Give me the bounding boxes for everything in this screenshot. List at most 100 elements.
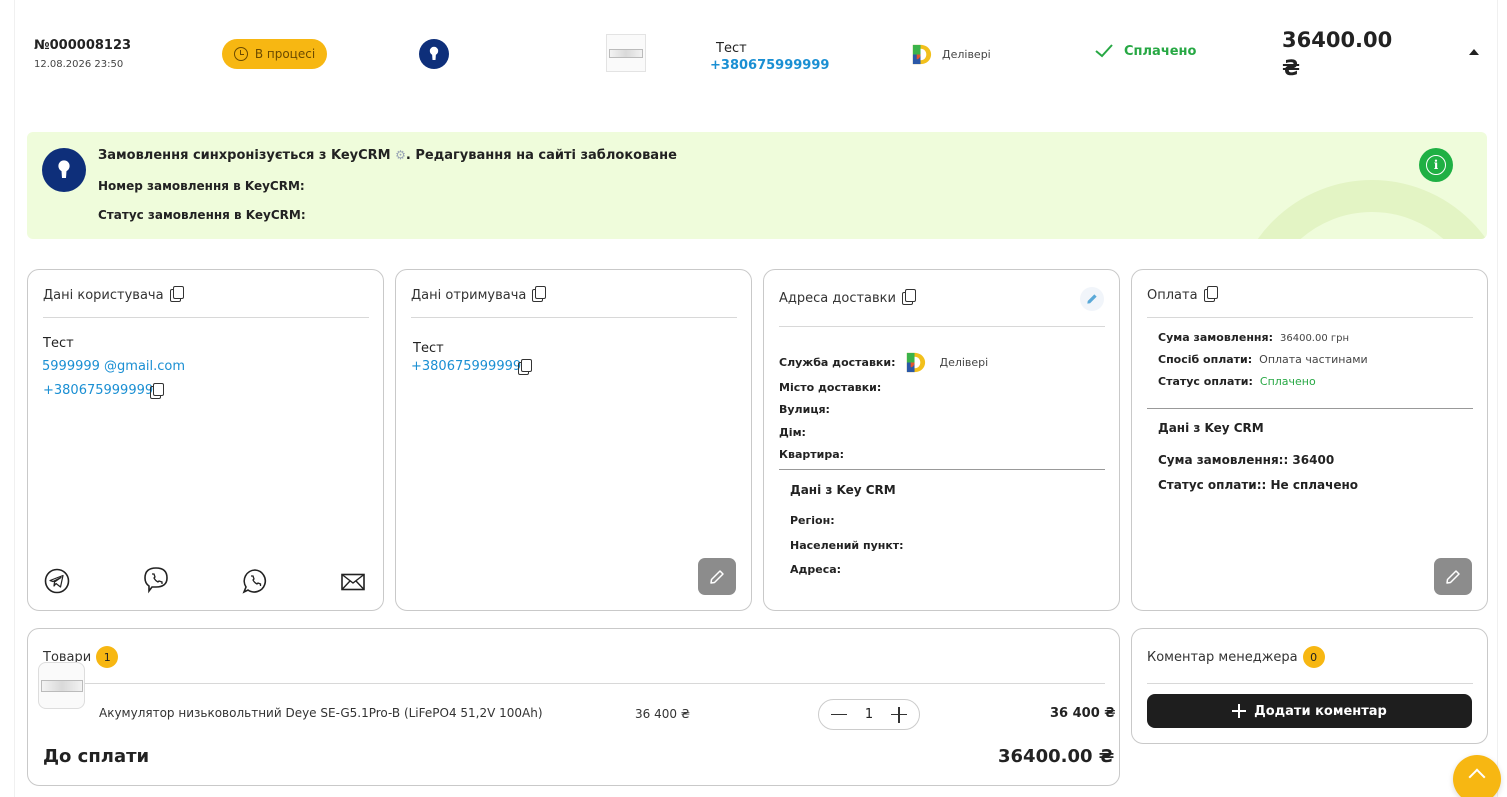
to-pay-label: До сплати — [43, 746, 150, 767]
recipient-phone[interactable]: +380675999999 — [411, 359, 521, 374]
copy-icon[interactable] — [901, 289, 916, 305]
order-number[interactable]: №000008123 — [34, 38, 131, 53]
payment-method-label: Спосіб оплати: — [1158, 353, 1253, 366]
delivery-street-label: Вулиця: — [779, 403, 830, 416]
divider — [411, 317, 737, 318]
manager-comment-card: Коментар менеджера 0 Додати коментар — [1131, 628, 1488, 744]
keycrm-order-status-label: Статус замовлення в KeyCRM: — [98, 208, 306, 222]
product-line-total: 36 400 ₴ — [1050, 706, 1116, 721]
pencil-icon — [710, 569, 724, 584]
payment-method-value: Оплата частинами — [1259, 353, 1368, 366]
payment-status: Сплачено — [1094, 43, 1196, 59]
customer-name: Тест — [716, 41, 747, 56]
customer-phone[interactable]: +380675999999 — [710, 58, 829, 73]
payment-card-title: Оплата — [1147, 288, 1198, 303]
delivery-logo-icon — [912, 44, 932, 65]
plus-icon[interactable] — [891, 706, 907, 723]
pencil-icon — [1087, 294, 1097, 304]
goods-card: Товари 1 Акумулятор низьковольтний Deye … — [27, 628, 1120, 786]
copy-icon[interactable] — [1203, 286, 1218, 302]
recipient-card-header: Дані отримувача — [411, 286, 547, 303]
delivery-apartment-label: Квартира: — [779, 448, 845, 461]
delivery-card-header: Адреса доставки — [779, 289, 916, 306]
collapse-caret-icon[interactable] — [1469, 49, 1479, 55]
payment-sum-value: 36400.00 грн — [1280, 333, 1350, 344]
quantity-value[interactable]: 1 — [865, 707, 873, 722]
scroll-top-button[interactable] — [1453, 755, 1501, 797]
user-data-card: Дані користувача Тест 5999999 @gmail.com… — [27, 269, 384, 611]
product-image[interactable] — [38, 662, 85, 709]
banner-decoration — [1232, 180, 1487, 239]
whatsapp-icon[interactable] — [242, 568, 268, 594]
delivery-address-label: Адреса: — [790, 563, 842, 576]
plus-icon — [1232, 704, 1247, 718]
copy-icon[interactable] — [169, 286, 184, 302]
payment-status-label: Статус оплати: — [1158, 375, 1253, 388]
quantity-stepper: 1 — [818, 699, 920, 730]
delivery-house-label: Дім: — [779, 426, 806, 439]
payment-crm-sum: Сума замовлення:: 36400 — [1158, 453, 1335, 467]
payment-status-row: Статус оплати: Сплачено — [1158, 375, 1316, 388]
edit-recipient-button[interactable] — [698, 558, 736, 595]
copy-icon[interactable] — [518, 359, 532, 375]
comment-count-badge: 0 — [1302, 646, 1325, 668]
payment-crm-status: Статус оплати:: Не сплачено — [1158, 478, 1359, 492]
divider — [1147, 408, 1473, 409]
payment-method-row: Спосіб оплати: Оплата частинами — [1158, 353, 1368, 366]
edit-payment-button[interactable] — [1434, 558, 1472, 595]
divider — [43, 683, 1105, 684]
user-name: Тест — [43, 336, 74, 351]
mail-icon[interactable] — [340, 569, 366, 595]
sync-banner-title: Замовлення синхронізується з KeyCRM ⚙. Р… — [98, 148, 677, 163]
product-thumbnail[interactable] — [606, 34, 646, 72]
keycrm-lock-icon — [419, 39, 449, 69]
delivery-logo-icon — [907, 352, 926, 373]
payment-card: Оплата Сума замовлення: 36400.00 грн Спос… — [1131, 269, 1488, 611]
keycrm-sync-banner: Замовлення синхронізується з KeyCRM ⚙. Р… — [27, 132, 1487, 239]
recipient-card-title: Дані отримувача — [411, 288, 527, 303]
user-card-title: Дані користувача — [43, 288, 164, 303]
copy-icon[interactable] — [150, 383, 164, 399]
payment-status-label: Сплачено — [1124, 43, 1197, 59]
user-card-header: Дані користувача — [43, 286, 184, 303]
edit-address-button[interactable] — [1080, 287, 1104, 311]
user-phone[interactable]: +380675999999 — [43, 383, 153, 398]
add-comment-label: Додати коментар — [1254, 703, 1387, 719]
order-total: 36400.00 ₴ — [1282, 28, 1393, 80]
gear-icon: ⚙ — [395, 148, 406, 162]
clock-icon — [233, 47, 248, 61]
divider — [1147, 317, 1473, 318]
recipient-name: Тест — [413, 341, 444, 356]
delivery-city-label: Місто доставки: — [779, 381, 882, 394]
user-email[interactable]: 5999999 @gmail.com — [42, 359, 185, 374]
viber-icon[interactable] — [143, 567, 169, 594]
delivery-card-title: Адреса доставки — [779, 291, 896, 306]
order-status-label: В процесі — [254, 47, 316, 61]
info-button[interactable]: i — [1419, 148, 1453, 182]
minus-icon[interactable] — [831, 713, 847, 716]
delivery-locality-label: Населений пункт: — [790, 539, 904, 552]
keycrm-lock-icon — [42, 148, 86, 192]
payment-sum-label: Сума замовлення: — [1158, 331, 1273, 344]
divider — [43, 317, 369, 318]
payment-crm-title: Дані з Key CRM — [1158, 421, 1264, 435]
to-pay-value: 36400.00 ₴ — [998, 746, 1115, 767]
goods-count-badge: 1 — [96, 646, 119, 668]
sync-title-suffix: . Редагування на сайті заблоковане — [405, 148, 677, 163]
payment-card-header: Оплата — [1147, 286, 1218, 303]
telegram-icon[interactable] — [44, 568, 70, 594]
info-icon: i — [1426, 155, 1446, 175]
pencil-icon — [1446, 569, 1460, 584]
add-comment-button[interactable]: Додати коментар — [1147, 694, 1472, 728]
order-status-badge[interactable]: В процесі — [222, 39, 327, 69]
order-date: 12.08.2026 23:50 — [34, 59, 124, 70]
payment-status-value: Сплачено — [1259, 375, 1316, 388]
comment-card-header: Коментар менеджера 0 — [1147, 646, 1325, 668]
delivery-address-card: Адреса доставки Служба доставки: Делівер… — [763, 269, 1120, 611]
delivery-service-value: Делівері — [939, 356, 989, 369]
copy-icon[interactable] — [532, 286, 547, 302]
delivery-service-label: Служба доставки: — [779, 356, 896, 369]
comment-card-title: Коментар менеджера — [1147, 649, 1298, 665]
delivery-service: Делівері — [910, 43, 991, 66]
product-name[interactable]: Акумулятор низьковольтний Deye SE-G5.1Pr… — [99, 706, 543, 720]
